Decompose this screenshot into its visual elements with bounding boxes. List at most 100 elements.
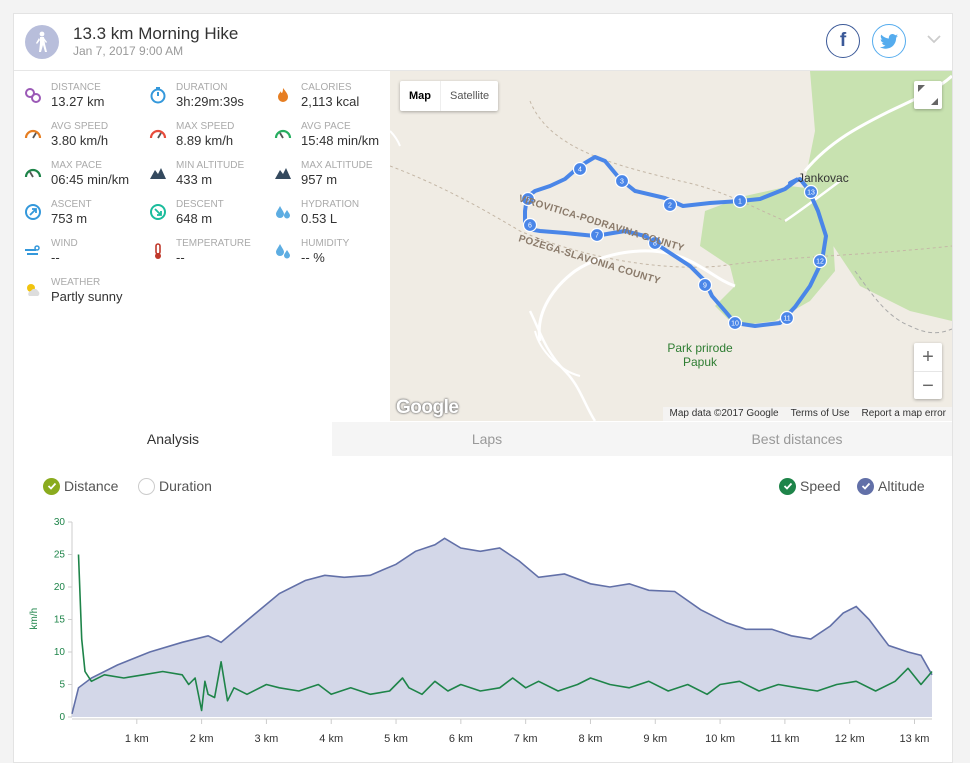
stat-label: Min altitude [176,160,245,171]
map-label-park: Park prirode [667,341,733,355]
waypoint-number: 9 [703,283,707,290]
stat-max-pace: Max pace 06:45 min/km [14,160,139,196]
speedometer-icon [149,129,167,139]
map-data-credit: Map data ©2017 Google [669,408,779,419]
route-waypoint-marker[interactable]: 9 [697,277,713,293]
activity-card: 13.3 km Morning Hike Jan 7, 2017 9:00 AM… [13,13,953,763]
wind-icon [25,245,40,255]
report-map-error-link[interactable]: Report a map error [856,407,952,421]
tab-analysis[interactable]: Analysis [14,422,332,456]
x-mode-distance-toggle[interactable]: Distance [43,476,118,496]
x-tick-label: 11 km [770,733,799,745]
analysis-tabs: Analysis Laps Best distances [14,422,952,456]
stat-label: Avg pace [301,121,351,132]
stat-duration: Duration 3h:29m:39s [139,82,264,118]
y-tick-label: 30 [54,517,66,528]
stat-max-altitude: Max altitude 957 m [264,160,389,196]
stat-max-speed: Max speed 8.89 km/h [139,121,264,157]
google-logo: Google [396,397,459,418]
waypoint-number: 13 [807,190,815,197]
stat-value: 3.80 km/h [51,133,109,148]
pace-icon [274,129,292,139]
x-tick-label: 5 km [384,733,408,745]
x-tick-label: 3 km [255,733,279,745]
fullscreen-icon [918,85,938,105]
route-waypoint-marker[interactable]: 3 [614,173,630,189]
route-waypoint-marker[interactable]: 10 [727,315,743,331]
zoom-out-button[interactable]: − [914,372,942,400]
x-tick-label: 1 km [125,733,149,745]
stat-wind: Wind -- [14,238,139,274]
tab-laps[interactable]: Laps [332,422,642,456]
route-waypoint-marker[interactable]: 13 [803,184,819,200]
route-waypoint-marker[interactable]: 6 [522,217,538,233]
stat-value: 3h:29m:39s [176,94,244,109]
thermometer-icon [155,243,161,259]
map-label-town: Jankovac [798,171,849,185]
stat-value: 15:48 min/km [301,133,380,148]
route-waypoint-marker[interactable]: 1 [732,193,748,209]
stat-label: Max speed [176,121,235,132]
stat-calories: Calories 2,113 kcal [264,82,389,118]
stat-label: Duration [176,82,228,93]
terms-of-use-link[interactable]: Terms of Use [785,407,856,421]
route-waypoint-marker[interactable]: 12 [812,253,828,269]
route-waypoint-marker[interactable]: 2 [662,197,678,213]
checkmark-icon [857,477,874,495]
stat-value: -- % [301,250,325,265]
facebook-share-button[interactable]: f [826,24,860,58]
water-drops-icon [276,206,290,219]
stat-value: 648 m [176,211,213,226]
series-altitude-toggle[interactable]: Altitude [857,476,925,496]
route-waypoint-marker[interactable]: 4 [572,161,588,177]
stat-label: Temperature [176,238,251,249]
stat-weather: Weather Partly sunny [14,277,139,313]
unchecked-circle-icon [138,477,155,495]
x-tick-label: 6 km [449,733,473,745]
fullscreen-button[interactable] [914,81,942,109]
route-waypoint-marker[interactable]: 11 [779,310,795,326]
stat-hydration: Hydration 0.53 L [264,199,389,235]
stat-label: Max altitude [301,160,373,171]
map-type-map-button[interactable]: Map [400,81,440,111]
route-map[interactable]: 1 2 3 4 5 6 7 8 9 10 11 12 13 VIROVITICA-PODRAVINA C… [390,71,952,421]
stat-value: 957 m [301,172,338,187]
flame-icon [278,88,288,102]
distance-icon [25,88,41,103]
stat-label: Wind [51,238,78,249]
stat-label: Avg speed [51,121,109,132]
y-tick-label: 5 [59,680,65,691]
zoom-control: + − [914,343,942,399]
stat-label: Ascent [51,199,92,210]
tab-best-distances[interactable]: Best distances [642,422,952,456]
waypoint-number: 7 [595,233,599,240]
stat-temperature: Temperature -- [139,238,264,274]
route-waypoint-marker[interactable]: 7 [589,227,605,243]
stat-label: Hydration [301,199,360,210]
activity-date: Jan 7, 2017 9:00 AM [73,44,184,58]
series-speed-toggle[interactable]: Speed [779,476,840,496]
chevron-down-icon[interactable] [926,31,942,47]
map-type-satellite-button[interactable]: Satellite [440,81,498,111]
x-tick-label: 9 km [643,733,667,745]
map-canvas[interactable]: 12345678910111213 VIROVITICA-PODRAVINA C… [390,71,952,421]
y-tick-label: 10 [54,647,66,658]
stat-descent: Descent 648 m [139,199,264,235]
y-tick-label: 0 [59,712,65,723]
altitude-area [72,538,932,717]
x-mode-duration-toggle[interactable]: Duration [138,476,212,496]
analysis-chart[interactable]: 0 5 10 15 20 25 30 km/h 1 km 2 km 3 km 4 km 5 km 6 km… [14,509,952,759]
stat-value: -- [176,250,185,265]
partly-sunny-icon [27,284,40,296]
zoom-in-button[interactable]: + [914,343,942,372]
stat-value: 06:45 min/km [51,172,130,187]
twitter-icon [880,33,898,49]
waypoint-number: 6 [528,223,532,230]
waypoint-number: 11 [783,316,790,323]
x-mode-distance-label: Distance [64,478,119,494]
activity-header: 13.3 km Morning Hike Jan 7, 2017 9:00 AM… [14,14,952,71]
twitter-share-button[interactable] [872,24,906,58]
stats-grid: Distance 13.27 km Duration 3h:29m:39s Calori… [14,71,390,421]
mountain-icon [150,168,166,179]
x-tick-label: 10 km [705,733,735,745]
